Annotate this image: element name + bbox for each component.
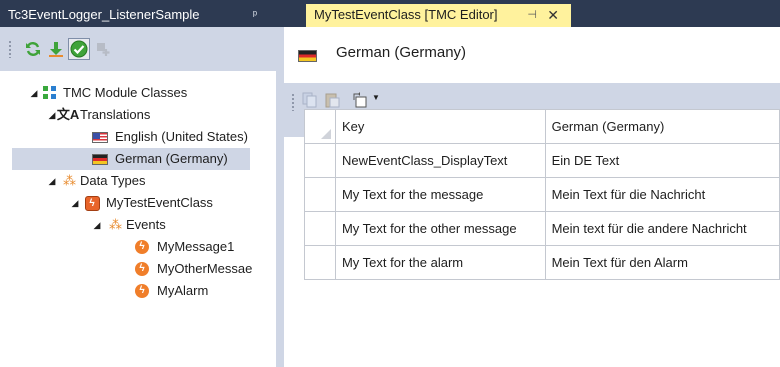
tree-label: MyOtherMessae xyxy=(157,261,253,276)
row-header[interactable] xyxy=(304,245,336,280)
tab-title: Tc3EventLogger_ListenerSample xyxy=(8,7,200,22)
refresh-icon xyxy=(26,42,40,56)
expand-arrow-icon[interactable]: ◢ xyxy=(47,170,57,192)
tmc-tree-panel: ◢ TMC Module Classes ◢ 文A Translations E… xyxy=(0,27,276,367)
tmc-tree: ◢ TMC Module Classes ◢ 文A Translations E… xyxy=(0,71,276,367)
tab-tmc-editor[interactable]: MyTestEventClass [TMC Editor] ⊣ ✕ xyxy=(306,4,571,27)
tree-label: TMC Module Classes xyxy=(63,85,188,100)
us-flag-icon xyxy=(92,130,108,144)
module-classes-icon xyxy=(42,85,58,100)
pin-icon[interactable]: ⊣ xyxy=(527,4,537,26)
tree-toolbar xyxy=(0,27,276,71)
tree-label: Events xyxy=(126,217,166,232)
grid-header-row: Key German (Germany) xyxy=(304,109,780,144)
row-header[interactable] xyxy=(304,143,336,178)
table-row[interactable]: My Text for the message Mein Text für di… xyxy=(304,177,780,212)
cell-key[interactable]: My Text for the other message xyxy=(334,211,546,246)
tree-node-events[interactable]: ◢ ⁂ Events xyxy=(0,214,276,236)
tree-label: MyAlarm xyxy=(157,283,209,298)
cell-value[interactable]: Mein text für die andere Nachricht xyxy=(544,211,780,246)
toolbar-grip[interactable] xyxy=(291,93,295,111)
pin-icon[interactable]: ᵖ xyxy=(253,4,257,26)
cell-key[interactable]: NewEventClass_DisplayText xyxy=(334,143,546,178)
translations-icon: 文A xyxy=(56,107,80,122)
editor-header: German (Germany) xyxy=(284,27,780,83)
import-icon[interactable] xyxy=(352,92,368,108)
table-row[interactable]: My Text for the other message Mein text … xyxy=(304,211,780,246)
download-button[interactable] xyxy=(45,38,67,60)
download-icon xyxy=(49,42,63,57)
tree-node-event-class[interactable]: ◢ ϟ MyTestEventClass xyxy=(0,192,276,214)
tmc-editor: German (Germany) ▼ Key German (Germany) … xyxy=(284,27,780,367)
check-icon xyxy=(70,40,88,58)
tree-node-event[interactable]: ϟ MyAlarm xyxy=(0,280,276,302)
tab-title: MyTestEventClass [TMC Editor] xyxy=(314,7,498,22)
tree-label: Data Types xyxy=(80,173,146,188)
tree-node-german[interactable]: German (Germany) xyxy=(12,148,250,170)
tab-listener-sample[interactable]: Tc3EventLogger_ListenerSample ᵖ xyxy=(0,4,271,27)
tree-label: German (Germany) xyxy=(115,151,228,166)
editor-title: German (Germany) xyxy=(336,44,467,61)
tree-label: English (United States) xyxy=(115,129,248,144)
panel-splitter[interactable] xyxy=(276,27,284,367)
validate-button[interactable] xyxy=(68,38,90,60)
document-tab-strip: Tc3EventLogger_ListenerSample ᵖ MyTestEv… xyxy=(0,0,780,27)
column-header-key[interactable]: Key xyxy=(334,109,546,144)
german-flag-icon xyxy=(298,50,317,62)
close-icon[interactable]: ✕ xyxy=(547,4,559,26)
expand-arrow-icon[interactable]: ◢ xyxy=(92,214,102,236)
column-header-value[interactable]: German (Germany) xyxy=(544,109,780,144)
expand-arrow-icon[interactable]: ◢ xyxy=(29,82,39,104)
tree-node-data-types[interactable]: ◢ ⁂ Data Types xyxy=(0,170,276,192)
paste-icon[interactable] xyxy=(324,92,340,108)
events-icon: ⁂ xyxy=(109,217,122,232)
tree-node-tmc-module-classes[interactable]: ◢ TMC Module Classes xyxy=(0,82,276,104)
german-flag-icon xyxy=(92,152,108,166)
copy-icon[interactable] xyxy=(302,92,318,108)
tree-label: MyMessage1 xyxy=(157,239,235,254)
refresh-button[interactable] xyxy=(22,38,44,60)
cell-value[interactable]: Mein Text für den Alarm xyxy=(544,245,780,280)
tree-node-translations[interactable]: ◢ 文A Translations xyxy=(0,104,276,126)
cell-value[interactable]: Mein Text für die Nachricht xyxy=(544,177,780,212)
event-icon: ϟ xyxy=(134,240,150,254)
add-icon xyxy=(97,43,110,56)
cell-value[interactable]: Ein DE Text xyxy=(544,143,780,178)
tree-node-event[interactable]: ϟ MyMessage1 xyxy=(0,236,276,258)
cell-key[interactable]: My Text for the message xyxy=(334,177,546,212)
expand-arrow-icon[interactable]: ◢ xyxy=(47,104,57,126)
tree-label: MyTestEventClass xyxy=(106,195,213,210)
row-header[interactable] xyxy=(304,177,336,212)
toolbar-grip[interactable] xyxy=(8,40,12,58)
tree-label: Translations xyxy=(80,107,151,122)
cell-key[interactable]: My Text for the alarm xyxy=(334,245,546,280)
chevron-down-icon[interactable]: ▼ xyxy=(372,93,380,102)
event-class-icon: ϟ xyxy=(84,195,100,211)
row-header[interactable] xyxy=(304,211,336,246)
data-types-icon: ⁂ xyxy=(63,173,76,188)
tree-node-english[interactable]: English (United States) xyxy=(0,126,276,148)
grid-corner[interactable] xyxy=(304,109,336,144)
add-button[interactable] xyxy=(92,38,114,60)
table-row[interactable]: My Text for the alarm Mein Text für den … xyxy=(304,245,780,280)
tree-node-event[interactable]: ϟ MyOtherMessae xyxy=(0,258,276,280)
translation-grid: Key German (Germany) NewEventClass_Displ… xyxy=(304,109,780,280)
table-row[interactable]: NewEventClass_DisplayText Ein DE Text xyxy=(304,143,780,178)
event-icon: ϟ xyxy=(134,262,150,276)
event-icon: ϟ xyxy=(134,284,150,298)
expand-arrow-icon[interactable]: ◢ xyxy=(70,192,80,214)
